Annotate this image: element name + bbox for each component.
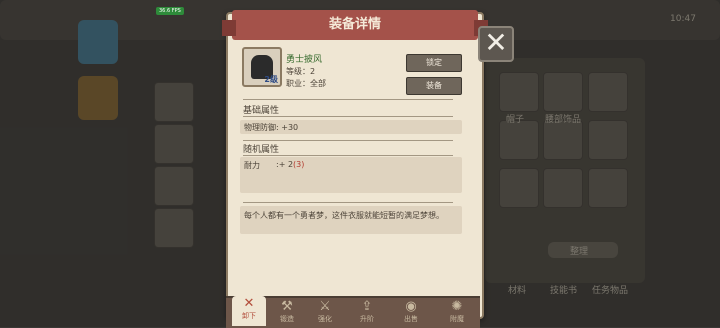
random-attributes-title: 随机属性	[243, 145, 280, 155]
tab-label: 升阶	[360, 315, 374, 323]
hooded-cloak-icon: 2级	[242, 47, 282, 87]
item-level: 等级：2	[286, 67, 316, 76]
tab-upgrade[interactable]: ⇪ 升阶	[350, 299, 384, 325]
fps-badge: 36.6 FPS	[156, 7, 184, 15]
random-attribute-name: 耐力	[244, 161, 260, 170]
equip-button[interactable]: 装备	[406, 77, 462, 95]
item-level-badge: 2级	[264, 75, 278, 84]
base-attribute-row: 物理防御: +30	[240, 120, 462, 134]
divider	[243, 116, 453, 117]
tab-sell[interactable]: ◉ 出售	[394, 299, 428, 325]
lock-button[interactable]: 锁定	[406, 54, 462, 72]
random-attribute-value: :+ 2	[276, 160, 294, 169]
tab-label: 出售	[404, 315, 418, 323]
tab-unequip[interactable]: ✕ 卸下	[232, 296, 266, 326]
base-attribute-physical-defense: 物理防御: +30	[244, 123, 299, 132]
item-description: 每个人都有一个勇者梦，这件衣服就能短暂的满足梦想。	[244, 211, 444, 220]
tab-label: 附魔	[450, 315, 464, 323]
upgrade-icon: ⇪	[361, 299, 373, 314]
tab-enchant[interactable]: ✺ 附魔	[440, 299, 474, 325]
close-button[interactable]: ✕	[478, 26, 514, 62]
random-attribute-row: 耐力 :+ 2 (3)	[240, 157, 462, 193]
divider	[243, 202, 453, 203]
unequip-icon: ✕	[243, 296, 255, 311]
tab-label: 强化	[318, 315, 332, 323]
random-attribute-extra: (3)	[293, 160, 305, 169]
sell-icon: ◉	[405, 299, 417, 314]
divider	[243, 140, 453, 141]
enchant-icon: ✺	[451, 299, 463, 314]
base-attributes-title: 基础属性	[243, 106, 280, 116]
enhance-icon: ⚔	[319, 299, 331, 314]
dialog-title: 装备详情	[222, 10, 488, 40]
item-name: 勇士披风	[286, 55, 323, 65]
forge-icon: ⚒	[281, 299, 293, 314]
tab-forge[interactable]: ⚒ 锻造	[270, 299, 304, 325]
item-class: 职业：全部	[286, 79, 326, 88]
tab-label: 锻造	[280, 315, 294, 323]
divider	[243, 99, 453, 100]
tab-enhance[interactable]: ⚔ 强化	[308, 299, 342, 325]
divider	[243, 155, 453, 156]
tab-label: 卸下	[242, 312, 256, 320]
